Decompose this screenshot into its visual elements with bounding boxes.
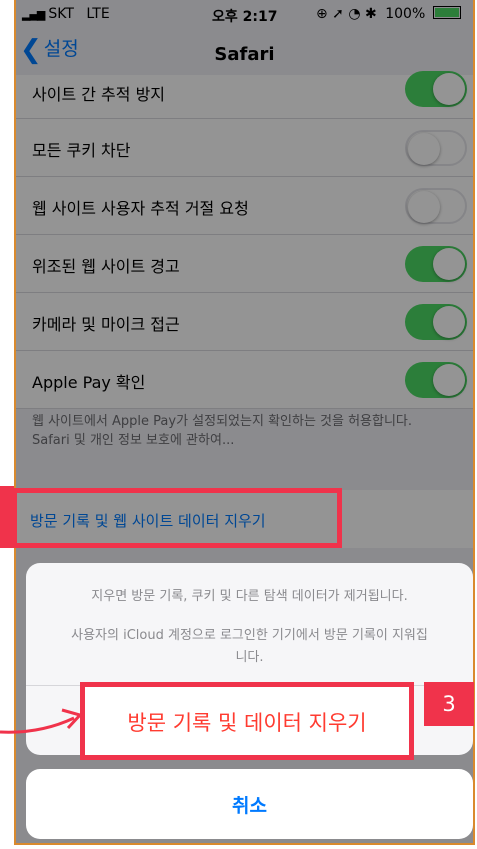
action-sheet-message: 지우면 방문 기록, 쿠키 및 다른 탐색 데이터가 제거됩니다. [91, 589, 408, 604]
clear-history-highlight [12, 488, 342, 548]
clear-history-data-label: 방문 기록 및 데이터 지우기 [127, 711, 367, 735]
step-badge: 3 [424, 682, 474, 726]
clear-history-data-button[interactable]: 방문 기록 및 데이터 지우기 [80, 682, 414, 760]
cancel-label: 취소 [232, 795, 267, 817]
pointer-arrow-icon [0, 708, 83, 734]
action-sheet-detail: 사용자의 iCloud 계정으로 로그인한 기기에서 방문 기록이 지워집니다. [71, 628, 428, 665]
cancel-button[interactable]: 취소 [26, 769, 473, 839]
